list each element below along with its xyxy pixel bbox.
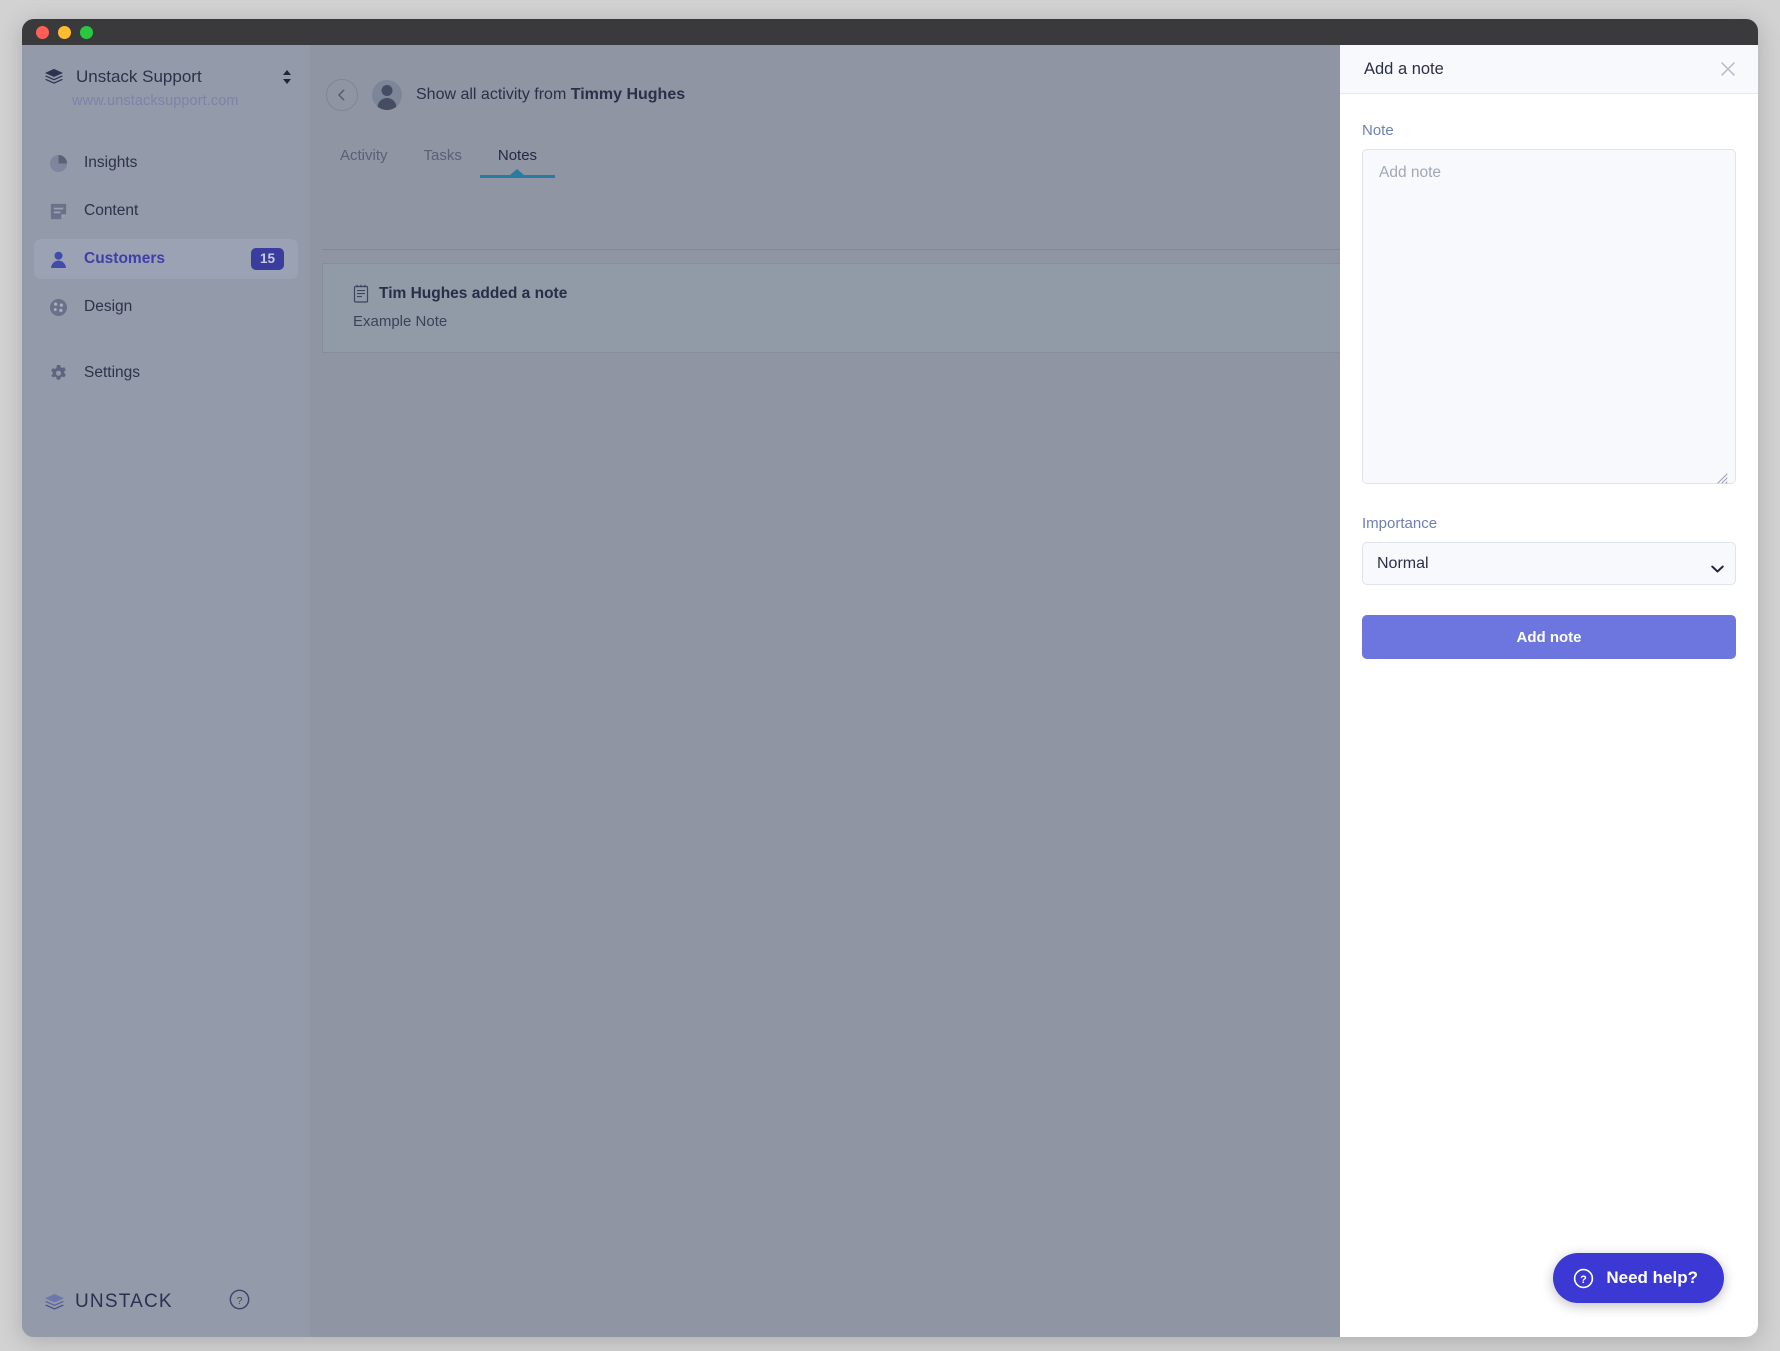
sidebar: Unstack Support www.unstacksupport.com	[22, 45, 310, 1337]
customers-count-badge: 15	[251, 248, 284, 270]
note-input-wrapper	[1362, 149, 1736, 489]
breadcrumb-prefix: Show all activity from	[416, 86, 571, 103]
tab-label: Activity	[340, 147, 388, 164]
question-circle-icon: ?	[1573, 1268, 1594, 1289]
drawer-title: Add a note	[1364, 60, 1718, 79]
sidebar-item-insights[interactable]: Insights	[34, 143, 298, 183]
importance-select[interactable]: Normal High Low	[1362, 542, 1736, 585]
site-switcher[interactable]: Unstack Support	[44, 67, 294, 87]
minimize-window-button[interactable]	[58, 26, 71, 39]
document-icon	[48, 201, 68, 221]
avatar	[372, 80, 402, 110]
importance-field-label: Importance	[1362, 515, 1736, 532]
person-icon	[48, 249, 68, 269]
stack-layers-icon	[44, 1293, 65, 1312]
need-help-label: Need help?	[1606, 1268, 1698, 1288]
active-tab-pointer	[510, 169, 524, 175]
pie-chart-icon	[48, 153, 68, 173]
back-button[interactable]	[326, 79, 358, 111]
sidebar-item-label: Customers	[84, 250, 251, 268]
traffic-lights	[36, 26, 93, 39]
sidebar-nav: Insights Content	[22, 143, 310, 393]
site-name: Unstack Support	[76, 67, 280, 87]
unstack-logo-text: UNSTACK	[75, 1291, 173, 1313]
sidebar-item-label: Content	[84, 202, 284, 220]
zoom-window-button[interactable]	[80, 26, 93, 39]
close-window-button[interactable]	[36, 26, 49, 39]
sidebar-item-content[interactable]: Content	[34, 191, 298, 231]
add-note-button[interactable]: Add note	[1362, 615, 1736, 659]
sidebar-item-label: Design	[84, 298, 284, 316]
notepad-icon	[353, 284, 369, 303]
active-tab-underline	[480, 175, 555, 178]
note-field-label: Note	[1362, 122, 1736, 139]
sidebar-item-settings[interactable]: Settings	[34, 353, 298, 393]
sidebar-footer: UNSTACK ?	[22, 1289, 310, 1315]
drawer-body: Note Importance Normal High Low	[1340, 94, 1758, 659]
question-circle-icon[interactable]: ?	[229, 1289, 250, 1315]
svg-text:?: ?	[236, 1295, 242, 1307]
close-icon[interactable]	[1718, 59, 1738, 79]
sidebar-item-customers[interactable]: Customers 15	[34, 239, 298, 279]
sidebar-item-label: Settings	[84, 364, 284, 382]
tab-label: Notes	[498, 147, 537, 164]
chevron-updown-icon	[280, 68, 294, 86]
sidebar-item-design[interactable]: Design	[34, 287, 298, 327]
breadcrumb-text: Show all activity from Timmy Hughes	[416, 86, 685, 104]
palette-icon	[48, 297, 68, 317]
tab-activity[interactable]: Activity	[322, 139, 406, 178]
tab-label: Tasks	[424, 147, 462, 164]
stack-layers-icon	[44, 68, 64, 86]
importance-select-wrapper: Normal High Low	[1362, 542, 1736, 585]
sidebar-item-label: Insights	[84, 154, 284, 172]
app-window: Unstack Support www.unstacksupport.com	[22, 19, 1758, 1337]
note-title: Tim Hughes added a note	[379, 285, 567, 303]
app-body: Unstack Support www.unstacksupport.com	[22, 45, 1758, 1337]
tab-tasks[interactable]: Tasks	[406, 139, 480, 178]
chevron-left-icon	[335, 88, 349, 102]
window-title-bar	[22, 19, 1758, 45]
tab-notes[interactable]: Notes	[480, 139, 555, 178]
note-input[interactable]	[1362, 149, 1736, 484]
site-url[interactable]: www.unstacksupport.com	[72, 93, 310, 109]
need-help-button[interactable]: ? Need help?	[1553, 1253, 1724, 1303]
breadcrumb-customer-name: Timmy Hughes	[571, 86, 685, 103]
add-note-drawer: Add a note Note Import	[1340, 45, 1758, 1337]
drawer-header: Add a note	[1340, 45, 1758, 94]
unstack-logo[interactable]: UNSTACK	[44, 1291, 173, 1313]
svg-text:?: ?	[1581, 1273, 1588, 1285]
gear-icon	[48, 363, 68, 383]
sidebar-divider-gap	[22, 335, 310, 353]
